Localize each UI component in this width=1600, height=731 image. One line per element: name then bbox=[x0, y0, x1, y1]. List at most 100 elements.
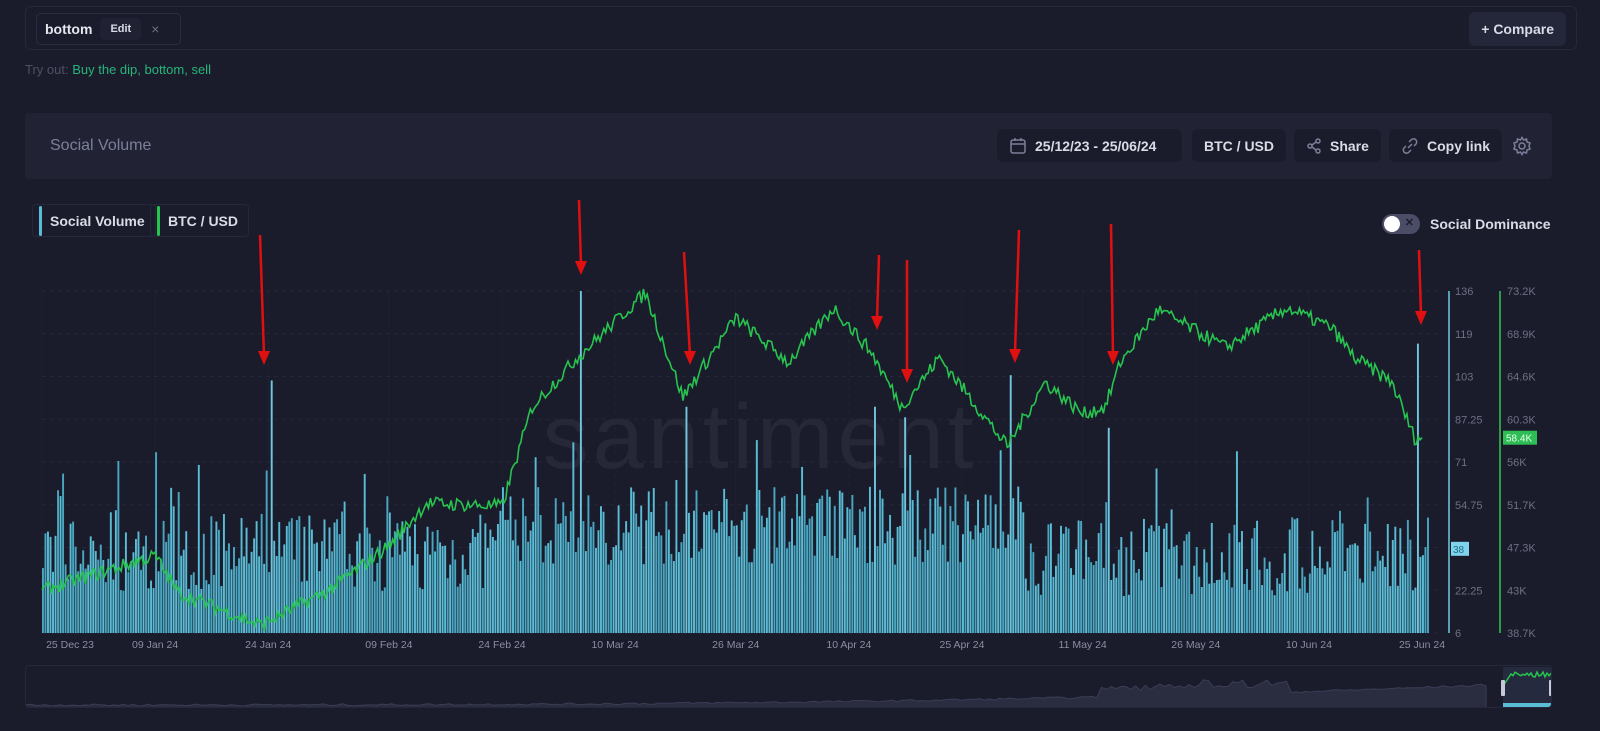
social-volume-bar bbox=[936, 487, 939, 633]
social-volume-bar bbox=[718, 511, 721, 633]
social-volume-bar bbox=[1002, 531, 1005, 633]
social-volume-bar bbox=[1422, 555, 1424, 633]
social-volume-bar bbox=[549, 540, 552, 633]
social-volume-bar bbox=[894, 564, 897, 633]
social-volume-bar bbox=[768, 507, 771, 633]
social-volume-bar bbox=[424, 541, 426, 633]
social-volume-bar bbox=[1238, 542, 1241, 633]
social-volume-bar bbox=[1399, 528, 1402, 633]
social-volume-bar bbox=[426, 526, 429, 633]
social-volume-bar bbox=[42, 568, 44, 633]
social-volume-bar bbox=[630, 487, 633, 633]
social-volume-bar bbox=[1070, 568, 1073, 633]
social-volume-bar bbox=[1298, 588, 1301, 633]
social-volume-bar bbox=[786, 548, 788, 633]
social-volume-bar bbox=[202, 533, 205, 633]
social-volume-bar bbox=[109, 512, 112, 633]
social-volume-bar bbox=[962, 534, 964, 633]
social-volume-bar bbox=[401, 521, 404, 633]
social-volume-bar bbox=[74, 546, 77, 633]
social-volume-bar bbox=[763, 527, 766, 633]
social-volume-bar bbox=[783, 495, 786, 633]
social-volume-bar bbox=[1351, 544, 1354, 633]
social-volume-bar bbox=[155, 452, 158, 633]
close-icon[interactable]: × bbox=[151, 21, 159, 37]
social-volume-bar bbox=[97, 559, 100, 633]
date-range-button[interactable]: 25/12/23 - 25/06/24 bbox=[997, 129, 1182, 162]
social-volume-bar bbox=[1009, 375, 1012, 633]
social-volume-bar bbox=[532, 521, 535, 633]
copy-link-button[interactable]: Copy link bbox=[1389, 129, 1503, 162]
social-volume-bar bbox=[89, 536, 92, 633]
social-volume-bar bbox=[127, 572, 130, 633]
social-volume-bar bbox=[177, 491, 180, 633]
social-volume-bar bbox=[1100, 523, 1103, 633]
social-volume-bar bbox=[1210, 522, 1213, 633]
social-volume-bar bbox=[941, 544, 944, 633]
social-volume-bar bbox=[1037, 583, 1040, 633]
social-volume-bar bbox=[833, 505, 836, 633]
social-volume-bar bbox=[969, 531, 972, 633]
social-volume-bar bbox=[723, 488, 726, 633]
x-axis-tick-label: 10 Jun 24 bbox=[1286, 639, 1332, 651]
social-volume-bar bbox=[836, 557, 839, 633]
social-volume-bar bbox=[1359, 578, 1362, 633]
social-volume-bar bbox=[268, 572, 271, 633]
social-volume-bar bbox=[547, 543, 550, 633]
social-volume-bar bbox=[1198, 576, 1201, 633]
arrow-shaft bbox=[577, 199, 583, 266]
social-volume-bar bbox=[391, 557, 394, 633]
social-volume-bar bbox=[479, 514, 482, 633]
social-volume-bar bbox=[253, 538, 256, 633]
social-volume-bar bbox=[1414, 587, 1417, 633]
arrow-head bbox=[1415, 311, 1427, 325]
social-volume-bar bbox=[848, 509, 851, 633]
social-volume-bar bbox=[939, 506, 942, 633]
social-volume-bar bbox=[416, 554, 419, 633]
social-volume-bar bbox=[1140, 580, 1143, 633]
social-volume-bar bbox=[137, 531, 140, 633]
try-out-links[interactable]: Buy the dip, bottom, sell bbox=[72, 62, 211, 77]
social-volume-bar bbox=[318, 571, 321, 633]
social-volume-bar bbox=[129, 561, 132, 633]
social-volume-bar bbox=[1396, 585, 1399, 633]
social-volume-bar bbox=[1137, 568, 1140, 633]
social-volume-bar bbox=[1366, 497, 1369, 633]
social-volume-bar bbox=[1208, 583, 1211, 633]
compare-button[interactable]: + Compare bbox=[1469, 12, 1566, 46]
social-volume-bar bbox=[167, 533, 170, 633]
social-volume-bar bbox=[491, 536, 494, 633]
social-volume-bar bbox=[552, 563, 555, 633]
social-volume-bar bbox=[791, 518, 793, 633]
query-chip[interactable]: bottom Edit × bbox=[36, 13, 181, 45]
social-volume-bar bbox=[1364, 523, 1367, 633]
social-volume-bar bbox=[627, 532, 630, 633]
social-volume-bar bbox=[1170, 509, 1173, 633]
social-volume-bar bbox=[886, 531, 889, 633]
social-volume-bar bbox=[949, 506, 952, 633]
social-volume-bar bbox=[308, 515, 311, 633]
edit-button[interactable]: Edit bbox=[100, 18, 142, 40]
settings-gear-icon[interactable] bbox=[1512, 136, 1532, 156]
social-volume-bar bbox=[1055, 565, 1057, 633]
social-volume-bar bbox=[321, 541, 323, 633]
share-button[interactable]: Share bbox=[1294, 129, 1381, 162]
social-volume-bar bbox=[1032, 552, 1035, 633]
arrow-head bbox=[871, 316, 883, 330]
right-axis-tick: 64.6K bbox=[1507, 372, 1536, 384]
social-volume-bar bbox=[662, 563, 665, 633]
social-volume-bar bbox=[1253, 528, 1256, 633]
social-volume-bar bbox=[1225, 579, 1228, 633]
social-volume-bar bbox=[1017, 486, 1020, 633]
chart-canvas[interactable]: santiment 136 119 103 87.25 71 54.75 38 22.25 6 7… bbox=[0, 190, 1600, 660]
social-volume-bar bbox=[720, 522, 723, 633]
range-navigator[interactable] bbox=[25, 665, 1552, 708]
social-volume-bar bbox=[1165, 523, 1168, 633]
social-volume-bar bbox=[280, 556, 283, 633]
asset-selector[interactable]: BTC / USD bbox=[1192, 129, 1286, 162]
social-volume-bar bbox=[486, 547, 489, 633]
social-volume-bar bbox=[1090, 562, 1093, 633]
social-volume-bar bbox=[858, 509, 861, 633]
social-volume-bar bbox=[414, 524, 416, 633]
social-volume-bar bbox=[1085, 539, 1088, 633]
